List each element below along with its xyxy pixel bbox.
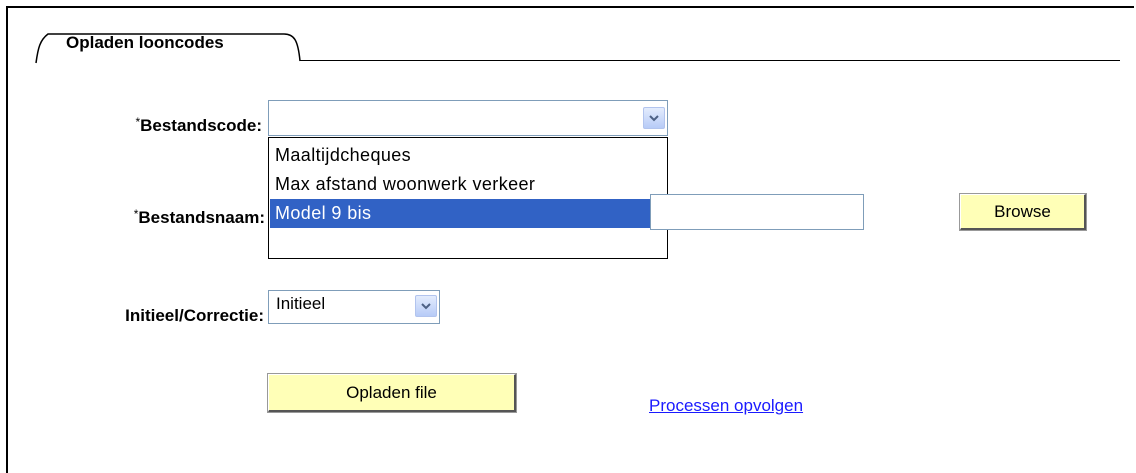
bestandscode-listbox[interactable]: Maaltijdcheques Max afstand woonwerk ver… bbox=[268, 137, 668, 259]
tab-divider bbox=[300, 60, 1120, 61]
chevron-down-icon[interactable] bbox=[643, 107, 665, 129]
bestandscode-select[interactable] bbox=[268, 100, 668, 136]
required-mark: * bbox=[135, 115, 141, 129]
option-model-9-bis[interactable]: Model 9 bis bbox=[270, 199, 666, 228]
bestandsnaam-label: *Bestandsnaam: bbox=[133, 207, 265, 227]
opladen-file-button[interactable]: Opladen file bbox=[267, 373, 517, 413]
processen-opvolgen-link[interactable]: Processen opvolgen bbox=[649, 396, 803, 416]
initieel-correctie-value: Initieel bbox=[276, 294, 326, 313]
initieel-correctie-label: Initieel/Correctie: bbox=[125, 306, 264, 325]
tab-opladen-looncodes[interactable]: Opladen looncodes bbox=[66, 33, 224, 53]
browse-button[interactable]: Browse bbox=[959, 193, 1087, 231]
option-empty[interactable] bbox=[270, 228, 666, 257]
bestandscode-label: *Bestandscode: bbox=[135, 115, 262, 135]
required-mark: * bbox=[133, 207, 139, 221]
option-maaltijdcheques[interactable]: Maaltijdcheques bbox=[270, 141, 666, 170]
bestandsnaam-field[interactable] bbox=[650, 194, 864, 230]
option-max-afstand[interactable]: Max afstand woonwerk verkeer bbox=[270, 170, 666, 199]
chevron-down-icon[interactable] bbox=[415, 295, 437, 317]
initieel-correctie-select[interactable]: Initieel bbox=[268, 290, 440, 324]
